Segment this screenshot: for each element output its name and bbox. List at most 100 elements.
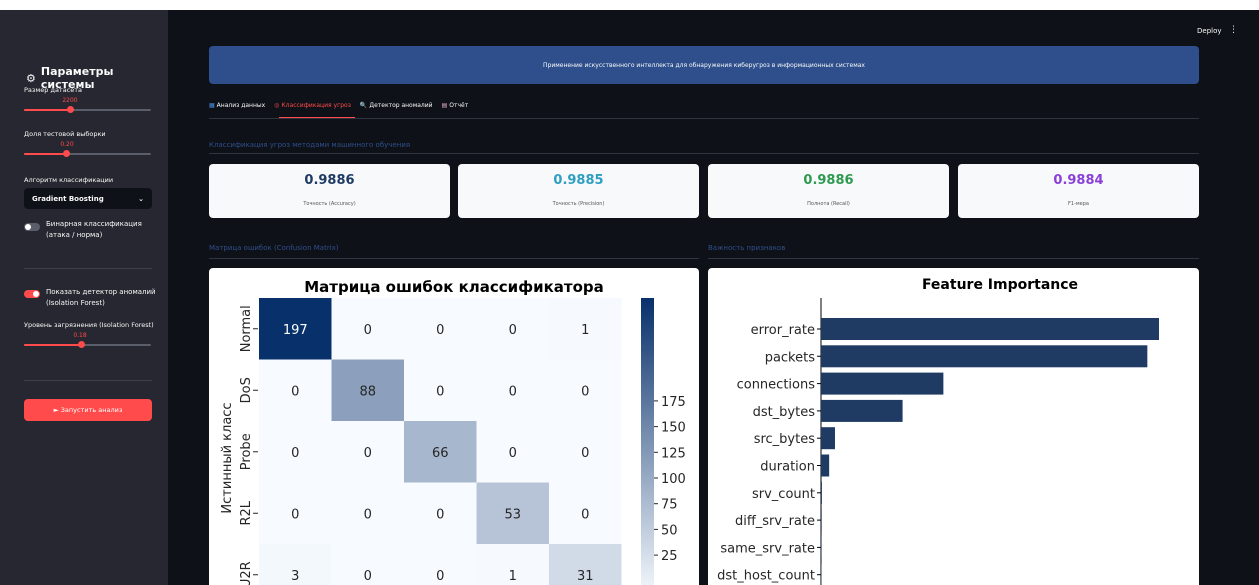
cell-value: 31 — [577, 569, 594, 584]
binary-toggle[interactable] — [24, 223, 40, 231]
slider-thumb[interactable] — [66, 106, 74, 113]
target-icon: ◎ — [274, 102, 280, 109]
deploy-button[interactable]: Deploy — [1197, 27, 1222, 35]
feature-bar — [821, 427, 835, 450]
cell-value: 197 — [283, 323, 308, 338]
sidebar-divider — [24, 268, 152, 269]
row-tick-label: U2R — [239, 561, 254, 585]
metric-label: F1-мера — [1068, 201, 1089, 207]
colorbar-tick-label: 100 — [661, 472, 686, 487]
slider-thumb[interactable] — [62, 150, 70, 157]
cell-value: 0 — [364, 323, 372, 338]
anomaly-toggle-label: Показать детектор аномалий (Isolation Fo… — [46, 288, 156, 307]
category-label: packets — [765, 350, 816, 365]
category-label: diff_srv_rate — [735, 514, 815, 529]
metric-value: 0.9886 — [803, 173, 854, 188]
chart-title: Матрица ошибок классификатора — [304, 278, 604, 296]
y-axis-label: Истинный класс — [220, 402, 235, 513]
tab-data-analysis[interactable]: ▦ Анализ данных — [209, 102, 265, 109]
tab-label: Отчёт — [449, 102, 469, 109]
test-size-slider[interactable] — [24, 150, 151, 157]
tab-anomaly-detector[interactable]: 🔍 Детектор аномалий — [360, 102, 433, 109]
row-tick-label: R2L — [239, 500, 254, 525]
cell-value: 0 — [364, 446, 372, 461]
sidebar: ⚙ Параметры системы Размер датасета 2200… — [0, 10, 168, 585]
tab-threat-classification[interactable]: ◎ Классификация угроз — [274, 102, 351, 109]
cell-value: 1 — [509, 569, 517, 584]
metric-accuracy: 0.9886 Точность (Accuracy) — [209, 164, 450, 218]
metric-recall: 0.9886 Полнота (Recall) — [708, 164, 949, 218]
browser-top-strip — [0, 0, 1259, 10]
metric-value: 0.9884 — [1053, 173, 1104, 188]
category-label: connections — [737, 378, 816, 393]
row-tick-label: Normal — [239, 305, 254, 352]
cell-value: 0 — [364, 507, 372, 522]
dataset-size-slider[interactable] — [24, 106, 151, 113]
anomaly-toggle[interactable] — [24, 290, 40, 298]
cell-value: 1 — [581, 323, 589, 338]
row-tick-label: DoS — [239, 377, 254, 403]
feature-bar — [821, 372, 944, 395]
section-title: Классификация угроз методами машинного о… — [209, 141, 411, 149]
cell-value: 0 — [581, 446, 589, 461]
cm-section-title: Матрица ошибок (Confusion Matrix) — [209, 244, 339, 252]
colorbar-tick-label: 75 — [661, 498, 678, 513]
row-tick-label: Probe — [239, 433, 254, 470]
dataset-size-label: Размер датасета — [24, 86, 83, 94]
algorithm-label: Алгоритм классификации — [24, 176, 114, 184]
confusion-matrix-chart: Матрица ошибок классификатора 197 0 0 0 1 Norm… — [220, 278, 686, 585]
colorbar-tick-label: 150 — [661, 421, 686, 436]
algorithm-select[interactable]: Gradient Boosting ⌄ — [24, 188, 152, 209]
category-label: dst_bytes — [753, 405, 816, 420]
cell-value: 0 — [581, 507, 589, 522]
category-label: duration — [760, 460, 815, 475]
cell-value: 0 — [291, 384, 299, 399]
gear-icon: ⚙ — [26, 71, 36, 85]
vertical-dots-icon[interactable]: ⋮ — [1229, 25, 1238, 35]
cell-value: 0 — [509, 384, 517, 399]
cell-value: 0 — [436, 323, 444, 338]
cell-value: 88 — [359, 384, 376, 399]
cell-value: 0 — [509, 446, 517, 461]
feature-bar — [821, 454, 830, 477]
sidebar-divider — [24, 380, 152, 381]
cell-value: 0 — [509, 323, 517, 338]
feature-bar — [821, 399, 903, 422]
test-size-label: Доля тестовой выборки — [24, 130, 106, 138]
feature-bar — [821, 318, 1159, 340]
tab-report[interactable]: ▤ Отчёт — [442, 102, 469, 109]
metric-label: Точность (Accuracy) — [303, 201, 356, 207]
cell-value: 0 — [436, 507, 444, 522]
colorbar-tick-label: 125 — [661, 446, 686, 461]
feature-importance-panel: Feature Importance error_rate packets conne… — [708, 268, 1199, 585]
contamination-slider[interactable] — [24, 341, 151, 348]
slider-thumb[interactable] — [78, 341, 86, 348]
contamination-label: Уровень загрязнения (Isolation Forest) — [24, 321, 154, 329]
colorbar-tick-label: 25 — [661, 549, 678, 564]
run-analysis-button[interactable]: ► Запустить анализ — [24, 399, 152, 421]
confusion-matrix-panel: Матрица ошибок классификатора 197 0 0 0 1 Norm… — [209, 268, 699, 585]
metric-value: 0.9886 — [304, 173, 355, 188]
colorbar — [641, 298, 654, 585]
metric-f1: 0.9884 F1-мера — [958, 164, 1199, 218]
tab-label: Анализ данных — [216, 102, 266, 109]
category-label: srv_count — [752, 487, 815, 502]
section-divider — [708, 258, 1199, 259]
report-icon: ▤ — [441, 102, 448, 109]
tab-border — [209, 118, 1199, 119]
category-label: same_srv_rate — [720, 541, 815, 556]
test-size-value: 0.20 — [60, 141, 74, 148]
dataset-size-value: 2200 — [62, 97, 78, 104]
feature-bar — [821, 481, 822, 504]
feature-bar — [821, 509, 822, 532]
section-divider — [209, 258, 699, 259]
feature-bar — [821, 536, 822, 559]
main-area: Deploy ⋮ Применение искусственного интел… — [168, 10, 1259, 585]
cell-value: 0 — [291, 446, 299, 461]
tab-label: Детектор аномалий — [369, 102, 433, 109]
colorbar-tick-label: 175 — [661, 395, 686, 410]
algorithm-selected: Gradient Boosting — [32, 194, 104, 203]
chart-title: Feature Importance — [922, 277, 1078, 293]
cell-value: 3 — [291, 569, 299, 584]
category-label: dst_host_count — [717, 569, 815, 584]
